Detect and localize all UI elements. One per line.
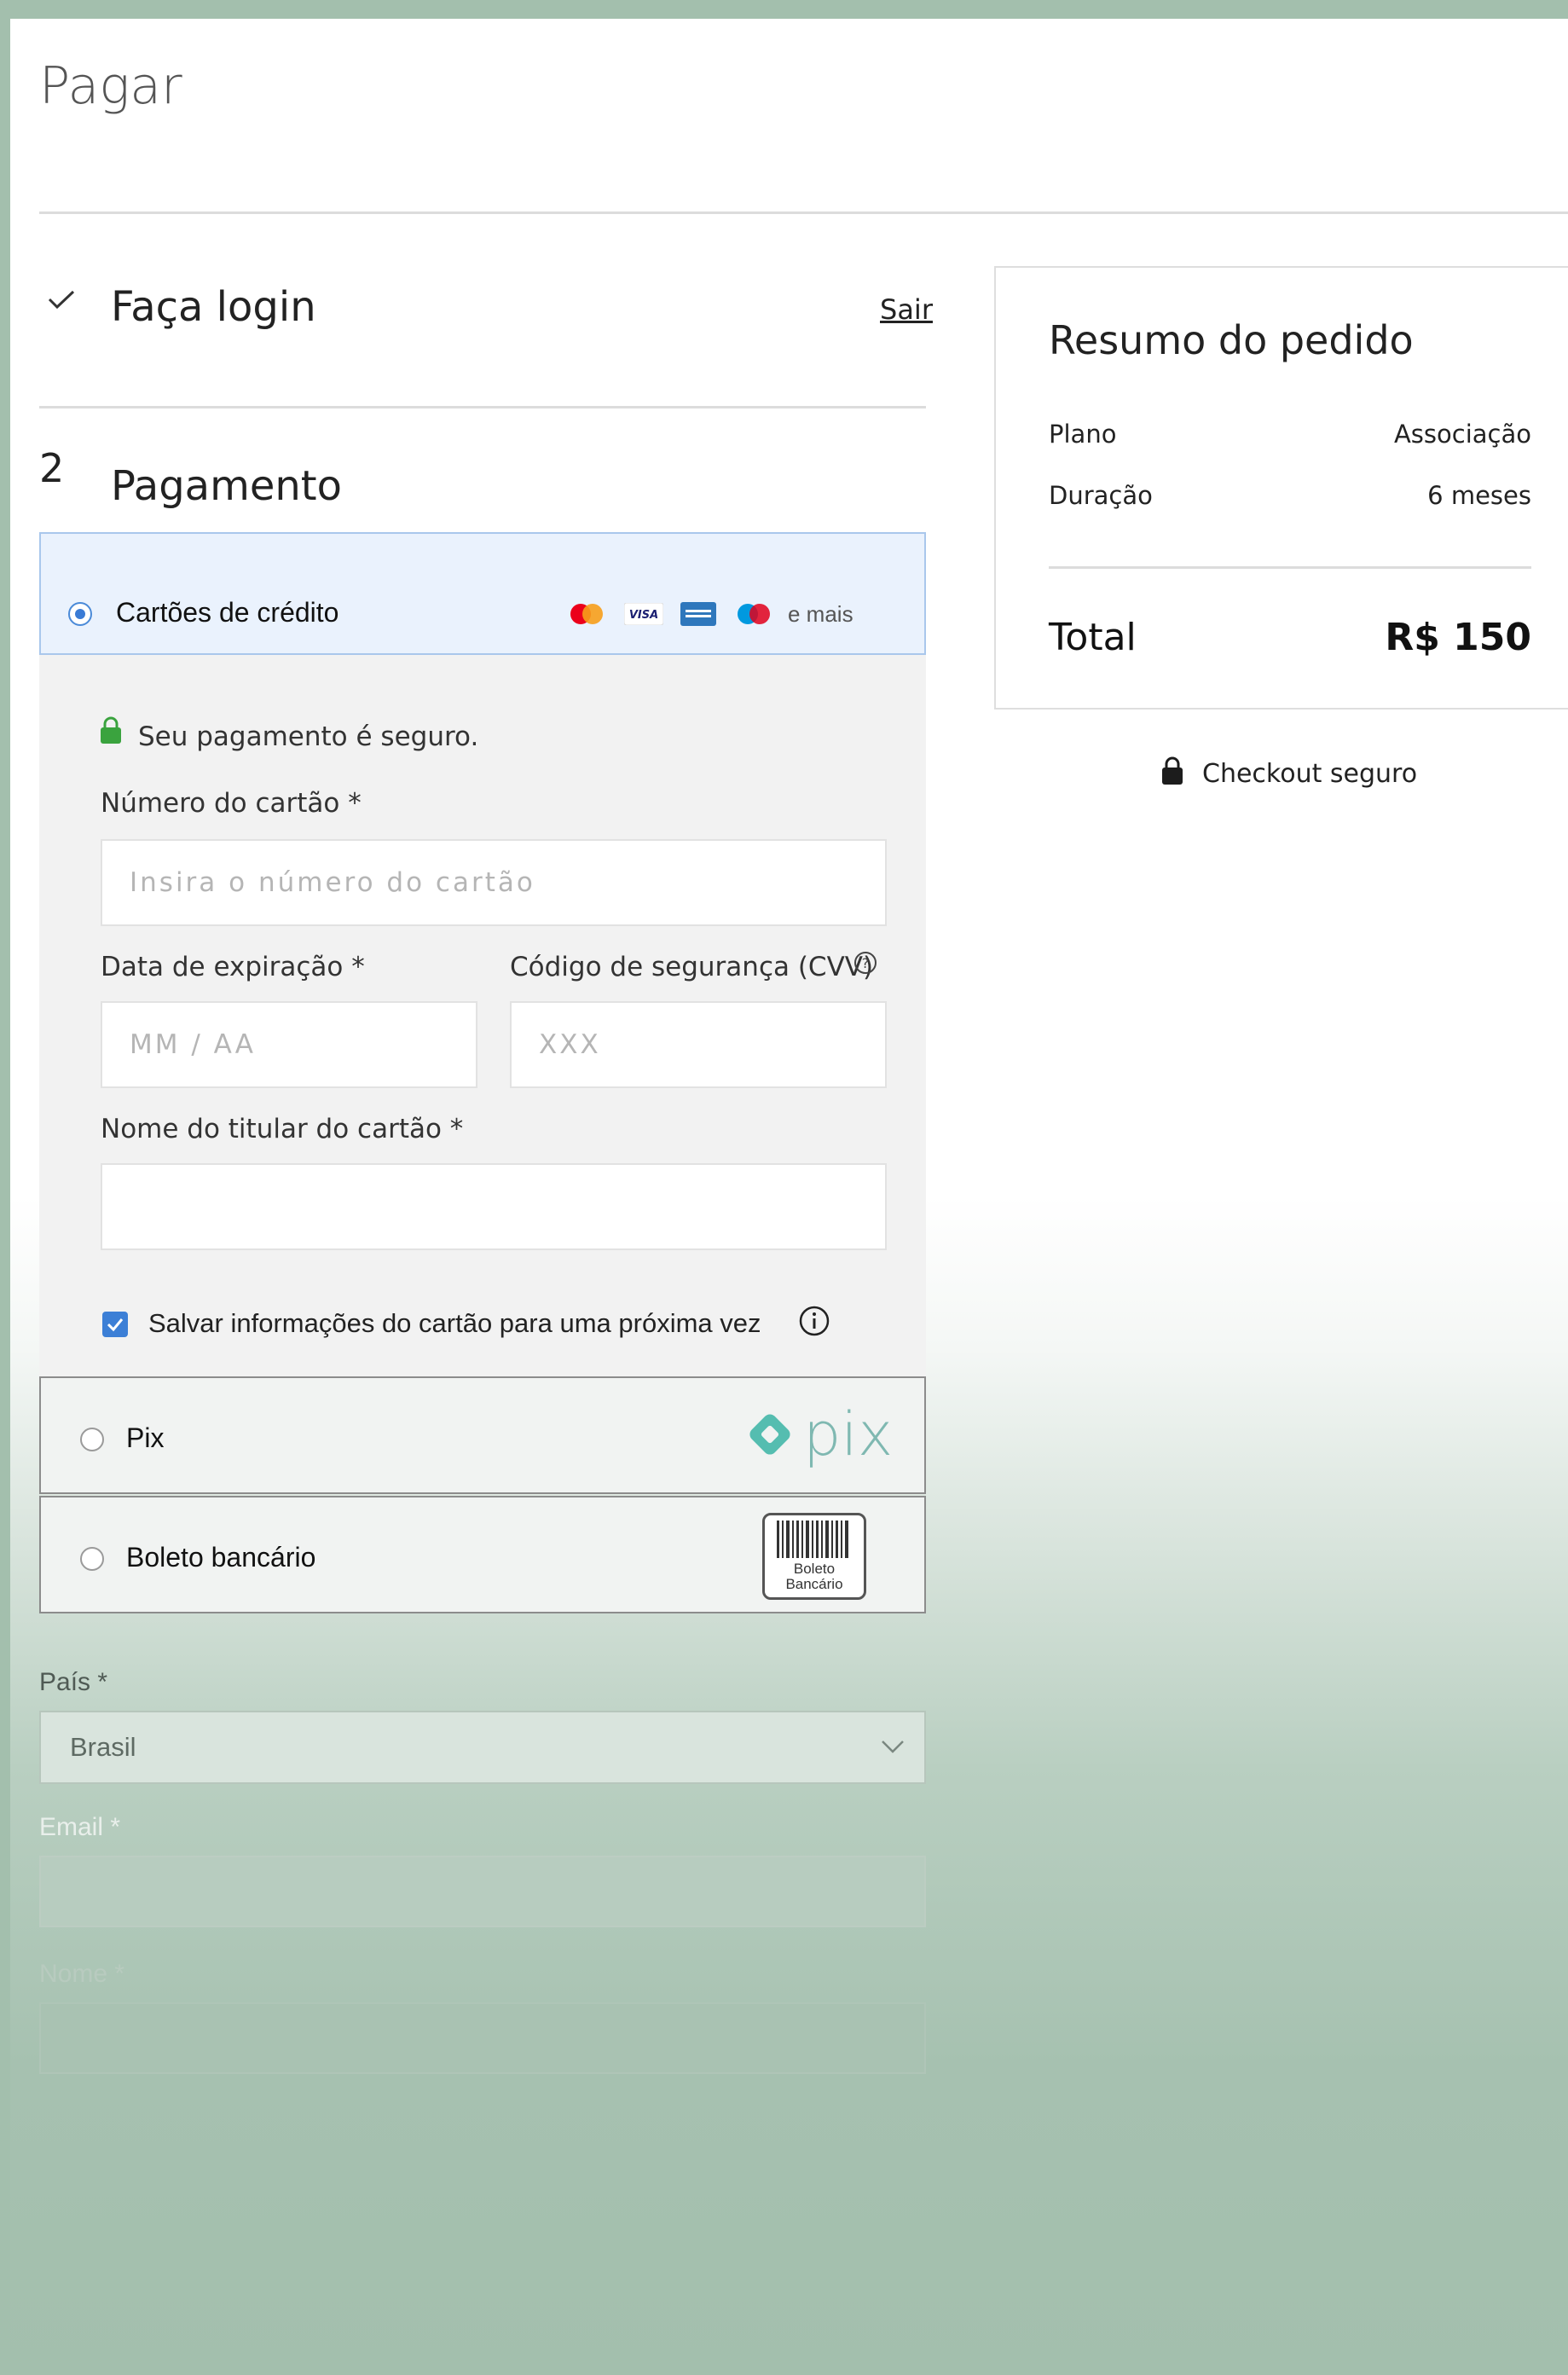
step-login-title: Faça login	[111, 283, 316, 331]
boleto-radio[interactable]	[80, 1547, 104, 1571]
card-brand-logos: VISA e mais	[568, 597, 853, 631]
expiry-label: Data de expiração *	[101, 952, 365, 982]
info-icon[interactable]	[798, 1305, 830, 1337]
boleto-logo-line1: Boleto	[793, 1561, 836, 1577]
summary-row-label: Plano	[1049, 420, 1117, 449]
payment-option-credit-card[interactable]	[39, 532, 926, 655]
amex-icon	[680, 602, 716, 626]
chevron-down-icon	[882, 1741, 904, 1753]
cvv-input[interactable]: XXX	[510, 1001, 887, 1088]
summary-row-value: Associação	[1393, 420, 1531, 449]
total-value: R$ 150	[1385, 616, 1531, 659]
step-payment-title: Pagamento	[111, 462, 342, 510]
logout-link[interactable]: Sair	[880, 293, 933, 326]
summary-row-value: 6 meses	[1427, 481, 1531, 510]
pix-logo-text: pix	[803, 1399, 894, 1469]
mastercard-icon	[570, 604, 603, 624]
pix-label: Pix	[126, 1422, 165, 1453]
pix-logo: pix	[742, 1402, 893, 1467]
order-summary-title: Resumo do pedido	[1049, 317, 1414, 363]
header-divider	[39, 211, 1568, 214]
secure-payment-note: Seu pagamento é seguro.	[138, 721, 479, 752]
email-input[interactable]	[39, 1856, 926, 1927]
pix-diamond-icon	[749, 1414, 790, 1455]
boleto-logo-line2: Bancário	[785, 1576, 843, 1592]
cardholder-label: Nome do titular do cartão *	[101, 1114, 464, 1144]
step-divider	[39, 406, 926, 408]
barcode-icon	[777, 1521, 848, 1558]
credit-card-label: Cartões de crédito	[116, 597, 339, 628]
svg-text:VISA: VISA	[629, 609, 658, 622]
save-card-checkbox[interactable]	[102, 1312, 128, 1337]
checkout-page: Pagar Faça login Sair 2 Pagamento Cartõe…	[10, 19, 1568, 2375]
page-title: Pagar	[39, 56, 182, 116]
cvv-label: Código de segurança (CVV)	[510, 952, 874, 982]
summary-row-label: Duração	[1049, 481, 1153, 510]
cvv-help-icon[interactable]: ?	[853, 950, 878, 976]
country-select-value: Brasil	[70, 1732, 136, 1762]
visa-icon: VISA	[624, 603, 663, 625]
checkbox-check-icon	[107, 1318, 124, 1332]
maestro-icon	[738, 604, 770, 624]
card-number-label: Número do cartão *	[101, 788, 362, 819]
step-payment-number: 2	[39, 445, 65, 491]
card-number-input[interactable]: Insira o número do cartão	[101, 839, 887, 926]
padlock-green-icon	[101, 716, 121, 744]
secure-checkout-label: Checkout seguro	[1202, 759, 1418, 789]
checkmark-icon	[48, 290, 75, 310]
boleto-logo: Boleto Bancário	[762, 1513, 866, 1600]
country-select[interactable]: Brasil	[39, 1711, 926, 1784]
expiry-input[interactable]: MM / AA	[101, 1001, 477, 1088]
save-card-label: Salvar informações do cartão para uma pr…	[148, 1308, 761, 1338]
pix-radio[interactable]	[80, 1428, 104, 1451]
boleto-label: Boleto bancário	[126, 1542, 316, 1573]
summary-divider	[1049, 566, 1531, 569]
name-input[interactable]	[39, 2002, 926, 2074]
credit-card-radio[interactable]	[68, 602, 92, 626]
cardholder-input[interactable]	[101, 1163, 887, 1250]
country-label: País *	[39, 1668, 108, 1696]
svg-text:?: ?	[862, 955, 870, 971]
name-label: Nome *	[39, 1960, 125, 1988]
total-label: Total	[1049, 616, 1137, 659]
padlock-icon	[1162, 756, 1183, 785]
email-label: Email *	[39, 1813, 121, 1841]
more-brands-label: e mais	[788, 600, 853, 627]
